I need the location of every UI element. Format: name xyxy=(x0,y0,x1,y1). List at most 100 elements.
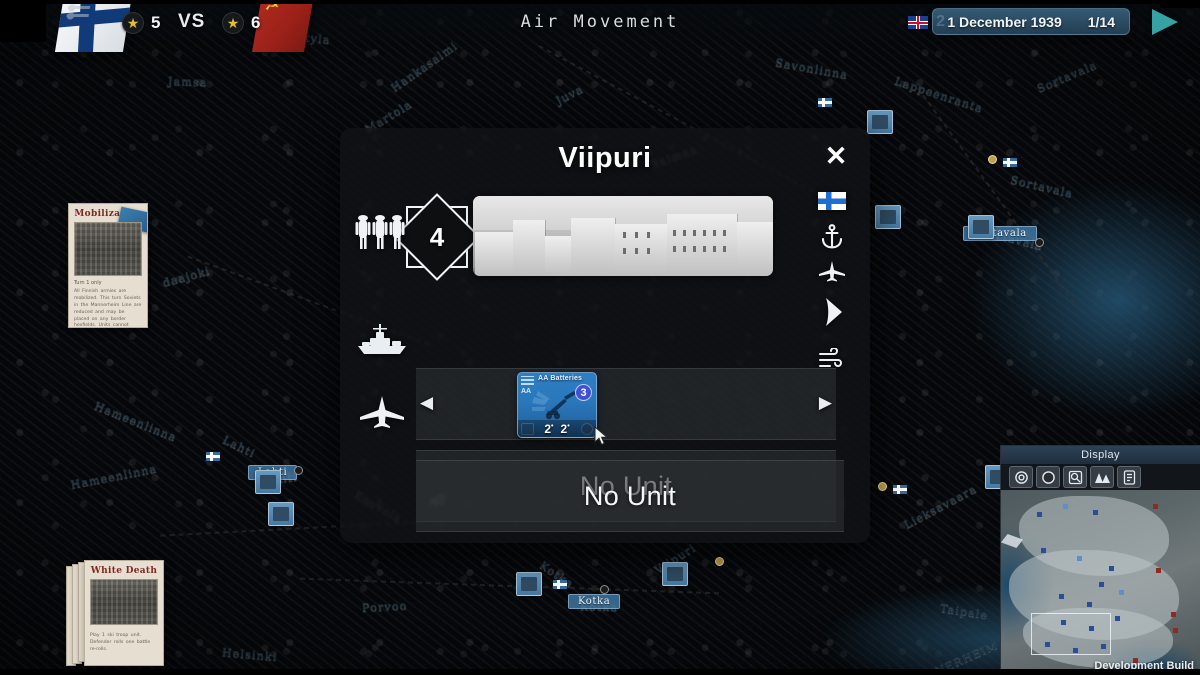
unit-attack-value: 2• xyxy=(544,421,554,436)
minimap-unit-dot xyxy=(1059,594,1064,599)
minimap-viewport-rect[interactable] xyxy=(1031,613,1111,655)
map-flag-icon xyxy=(553,580,567,589)
event-card-white-death[interactable]: White Death Play 1 ski troop unit. Defen… xyxy=(84,560,164,666)
map-hex-marker[interactable] xyxy=(600,585,609,594)
photo-building xyxy=(737,222,773,276)
minimap-enemy-dot xyxy=(1153,504,1158,509)
map-hex-marker[interactable] xyxy=(1035,238,1044,247)
city-photo xyxy=(473,196,773,276)
unit-defense-value: 2• xyxy=(560,421,570,436)
map-unit-chip[interactable] xyxy=(662,562,688,586)
event-card-photo xyxy=(74,222,142,276)
minimap-unit-dot xyxy=(1093,510,1098,515)
minimap-canvas[interactable]: Development Build xyxy=(1001,490,1200,675)
weather-wind-icon[interactable] xyxy=(818,348,846,370)
next-page-arrow-icon[interactable] xyxy=(822,296,844,328)
minimap-enemy-dot xyxy=(1156,568,1161,573)
photo-window xyxy=(703,230,706,236)
no-unit-label: No Unit xyxy=(583,480,677,511)
mountains-toggle-icon[interactable] xyxy=(1090,466,1114,488)
event-card-subtitle: Turn 1 only xyxy=(74,280,102,286)
map-objective-marker[interactable] xyxy=(878,482,887,491)
minimap-unit-dot xyxy=(1037,512,1042,517)
minimap-unit-dot xyxy=(1077,556,1082,561)
airplane-icon[interactable] xyxy=(356,394,408,428)
close-icon[interactable]: ✕ xyxy=(822,142,850,170)
map-unit-chip[interactable] xyxy=(516,572,542,596)
city-tag-kotka[interactable]: Kotka xyxy=(568,594,621,609)
photo-window xyxy=(647,248,650,254)
photo-window xyxy=(713,246,716,252)
finland-flag-icon[interactable] xyxy=(818,192,846,210)
photo-window xyxy=(647,232,650,238)
photo-window xyxy=(683,230,686,236)
airplane-icon[interactable] xyxy=(818,260,846,282)
photo-window xyxy=(723,230,726,236)
fog-toggle-icon[interactable] xyxy=(1036,466,1060,488)
photo-building xyxy=(513,220,545,276)
current-date: 1 December 1939 xyxy=(947,13,1062,30)
photo-window xyxy=(703,246,706,252)
page-title: Viipuri xyxy=(558,142,652,174)
photo-window xyxy=(673,230,676,236)
minimap-unit-dot xyxy=(1099,582,1104,587)
map-unit-chip[interactable] xyxy=(268,502,294,526)
empty-unit-slot[interactable]: No Unit xyxy=(416,460,844,532)
turn-counter: 1/14 xyxy=(1087,13,1115,30)
map-flag-icon xyxy=(818,98,832,107)
mouse-cursor xyxy=(594,425,610,453)
photo-window xyxy=(635,248,638,254)
city-level-badge: 4 xyxy=(393,193,481,281)
photo-window xyxy=(693,230,696,236)
map-unit-chip[interactable] xyxy=(255,470,281,494)
map-objective-marker[interactable] xyxy=(715,557,724,566)
minimap-title: Display xyxy=(1001,446,1200,464)
event-card-mobilization[interactable]: Mobilization Turn 1 only All Finnish arm… xyxy=(68,203,148,328)
minimap-panel: Display Development Build xyxy=(1000,445,1200,675)
event-card-title: White Death xyxy=(90,566,158,576)
prev-unit-arrow-icon[interactable]: ◀ xyxy=(420,393,433,413)
minimap-unit-dot xyxy=(1041,548,1046,553)
supply-toggle-icon[interactable] xyxy=(1117,466,1141,488)
minimap-enemy-dot xyxy=(1171,612,1176,617)
minimap-unit-dot xyxy=(1119,590,1124,595)
unit-nato-symbol-icon xyxy=(521,376,534,385)
photo-window xyxy=(623,232,626,238)
map-unit-chip[interactable] xyxy=(875,205,901,229)
map-unit-chip[interactable] xyxy=(867,110,893,134)
photo-window xyxy=(635,232,638,238)
letterbox-bottom xyxy=(0,669,1200,675)
event-card-body: All Finnish armies are mobilized. This t… xyxy=(74,289,142,328)
city-level-value: 4 xyxy=(429,221,445,252)
game-screen: HankasalmiJamsaMartolaJyvaskylaJuvaSavon… xyxy=(0,0,1200,675)
map-hex-marker[interactable] xyxy=(294,466,303,475)
anchor-icon[interactable] xyxy=(819,224,845,250)
minimap-unit-dot xyxy=(1087,602,1092,607)
top-status-bar: ☭ ★ 5 VS ★ 6 Air Movement 2 1 December 1… xyxy=(0,0,1200,52)
map-unit-chip[interactable] xyxy=(968,215,994,239)
letterbox-right xyxy=(1160,0,1200,8)
terrain-toggle-icon[interactable] xyxy=(1009,466,1033,488)
map-place-label: Jamsa xyxy=(167,74,208,89)
end-turn-button[interactable] xyxy=(1152,9,1178,35)
map-objective-marker[interactable] xyxy=(988,155,997,164)
unit-strength-badge: 3 xyxy=(575,384,592,401)
infantry-icon[interactable] xyxy=(354,212,410,252)
map-zoom-icon[interactable] xyxy=(1063,466,1087,488)
photo-building xyxy=(571,218,615,276)
next-unit-arrow-icon[interactable]: ▶ xyxy=(819,393,832,413)
unit-stats-bar: 2• 2• xyxy=(518,420,596,437)
photo-window xyxy=(673,246,676,252)
minimap-unit-dot xyxy=(1109,566,1114,571)
letterbox-top xyxy=(0,0,1200,4)
minimap-toolbar xyxy=(1001,464,1200,490)
date-panel[interactable]: 1 December 1939 1/14 xyxy=(932,8,1130,35)
dialog-header: Viipuri ✕ xyxy=(340,128,870,194)
unit-card-aa-batteries[interactable]: AA Batteries AA 3 2• 2• xyxy=(517,372,597,438)
map-flag-icon xyxy=(206,452,220,461)
photo-window xyxy=(623,248,626,254)
unit-slot-row[interactable]: ◀ AA Batteries AA 3 2• 2• ▶ xyxy=(416,368,836,440)
photo-window xyxy=(723,246,726,252)
photo-window xyxy=(683,246,686,252)
battleship-icon[interactable] xyxy=(356,324,408,358)
